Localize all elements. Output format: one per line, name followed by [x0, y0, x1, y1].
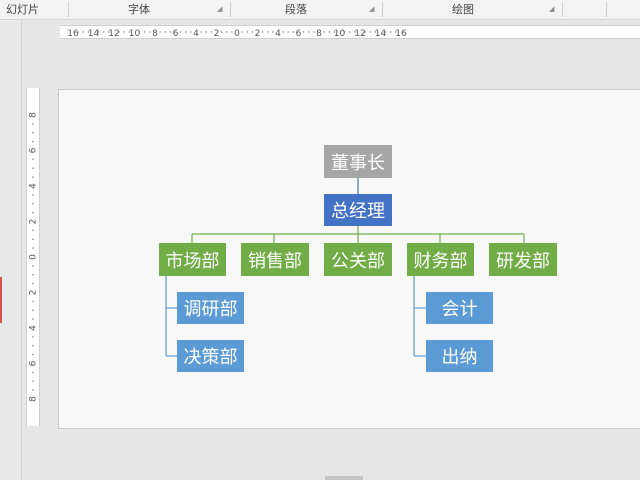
org-node-sales[interactable]: 销售部	[241, 243, 309, 276]
org-node-general-manager[interactable]: 总经理	[324, 194, 392, 226]
org-chart-connectors	[165, 178, 525, 357]
org-node-finance[interactable]: 财务部	[407, 243, 474, 276]
org-node-accounting[interactable]: 会计	[426, 292, 493, 324]
org-node-chairman[interactable]: 董事长	[324, 145, 392, 178]
org-node-market[interactable]: 市场部	[159, 243, 226, 276]
org-node-decision[interactable]: 决策部	[177, 340, 244, 372]
horizontal-scrollbar-thumb[interactable]	[325, 476, 363, 480]
org-node-pr[interactable]: 公关部	[324, 243, 392, 276]
org-node-cashier[interactable]: 出纳	[426, 340, 493, 372]
org-node-rnd[interactable]: 研发部	[489, 243, 557, 276]
org-node-research[interactable]: 调研部	[177, 292, 244, 324]
